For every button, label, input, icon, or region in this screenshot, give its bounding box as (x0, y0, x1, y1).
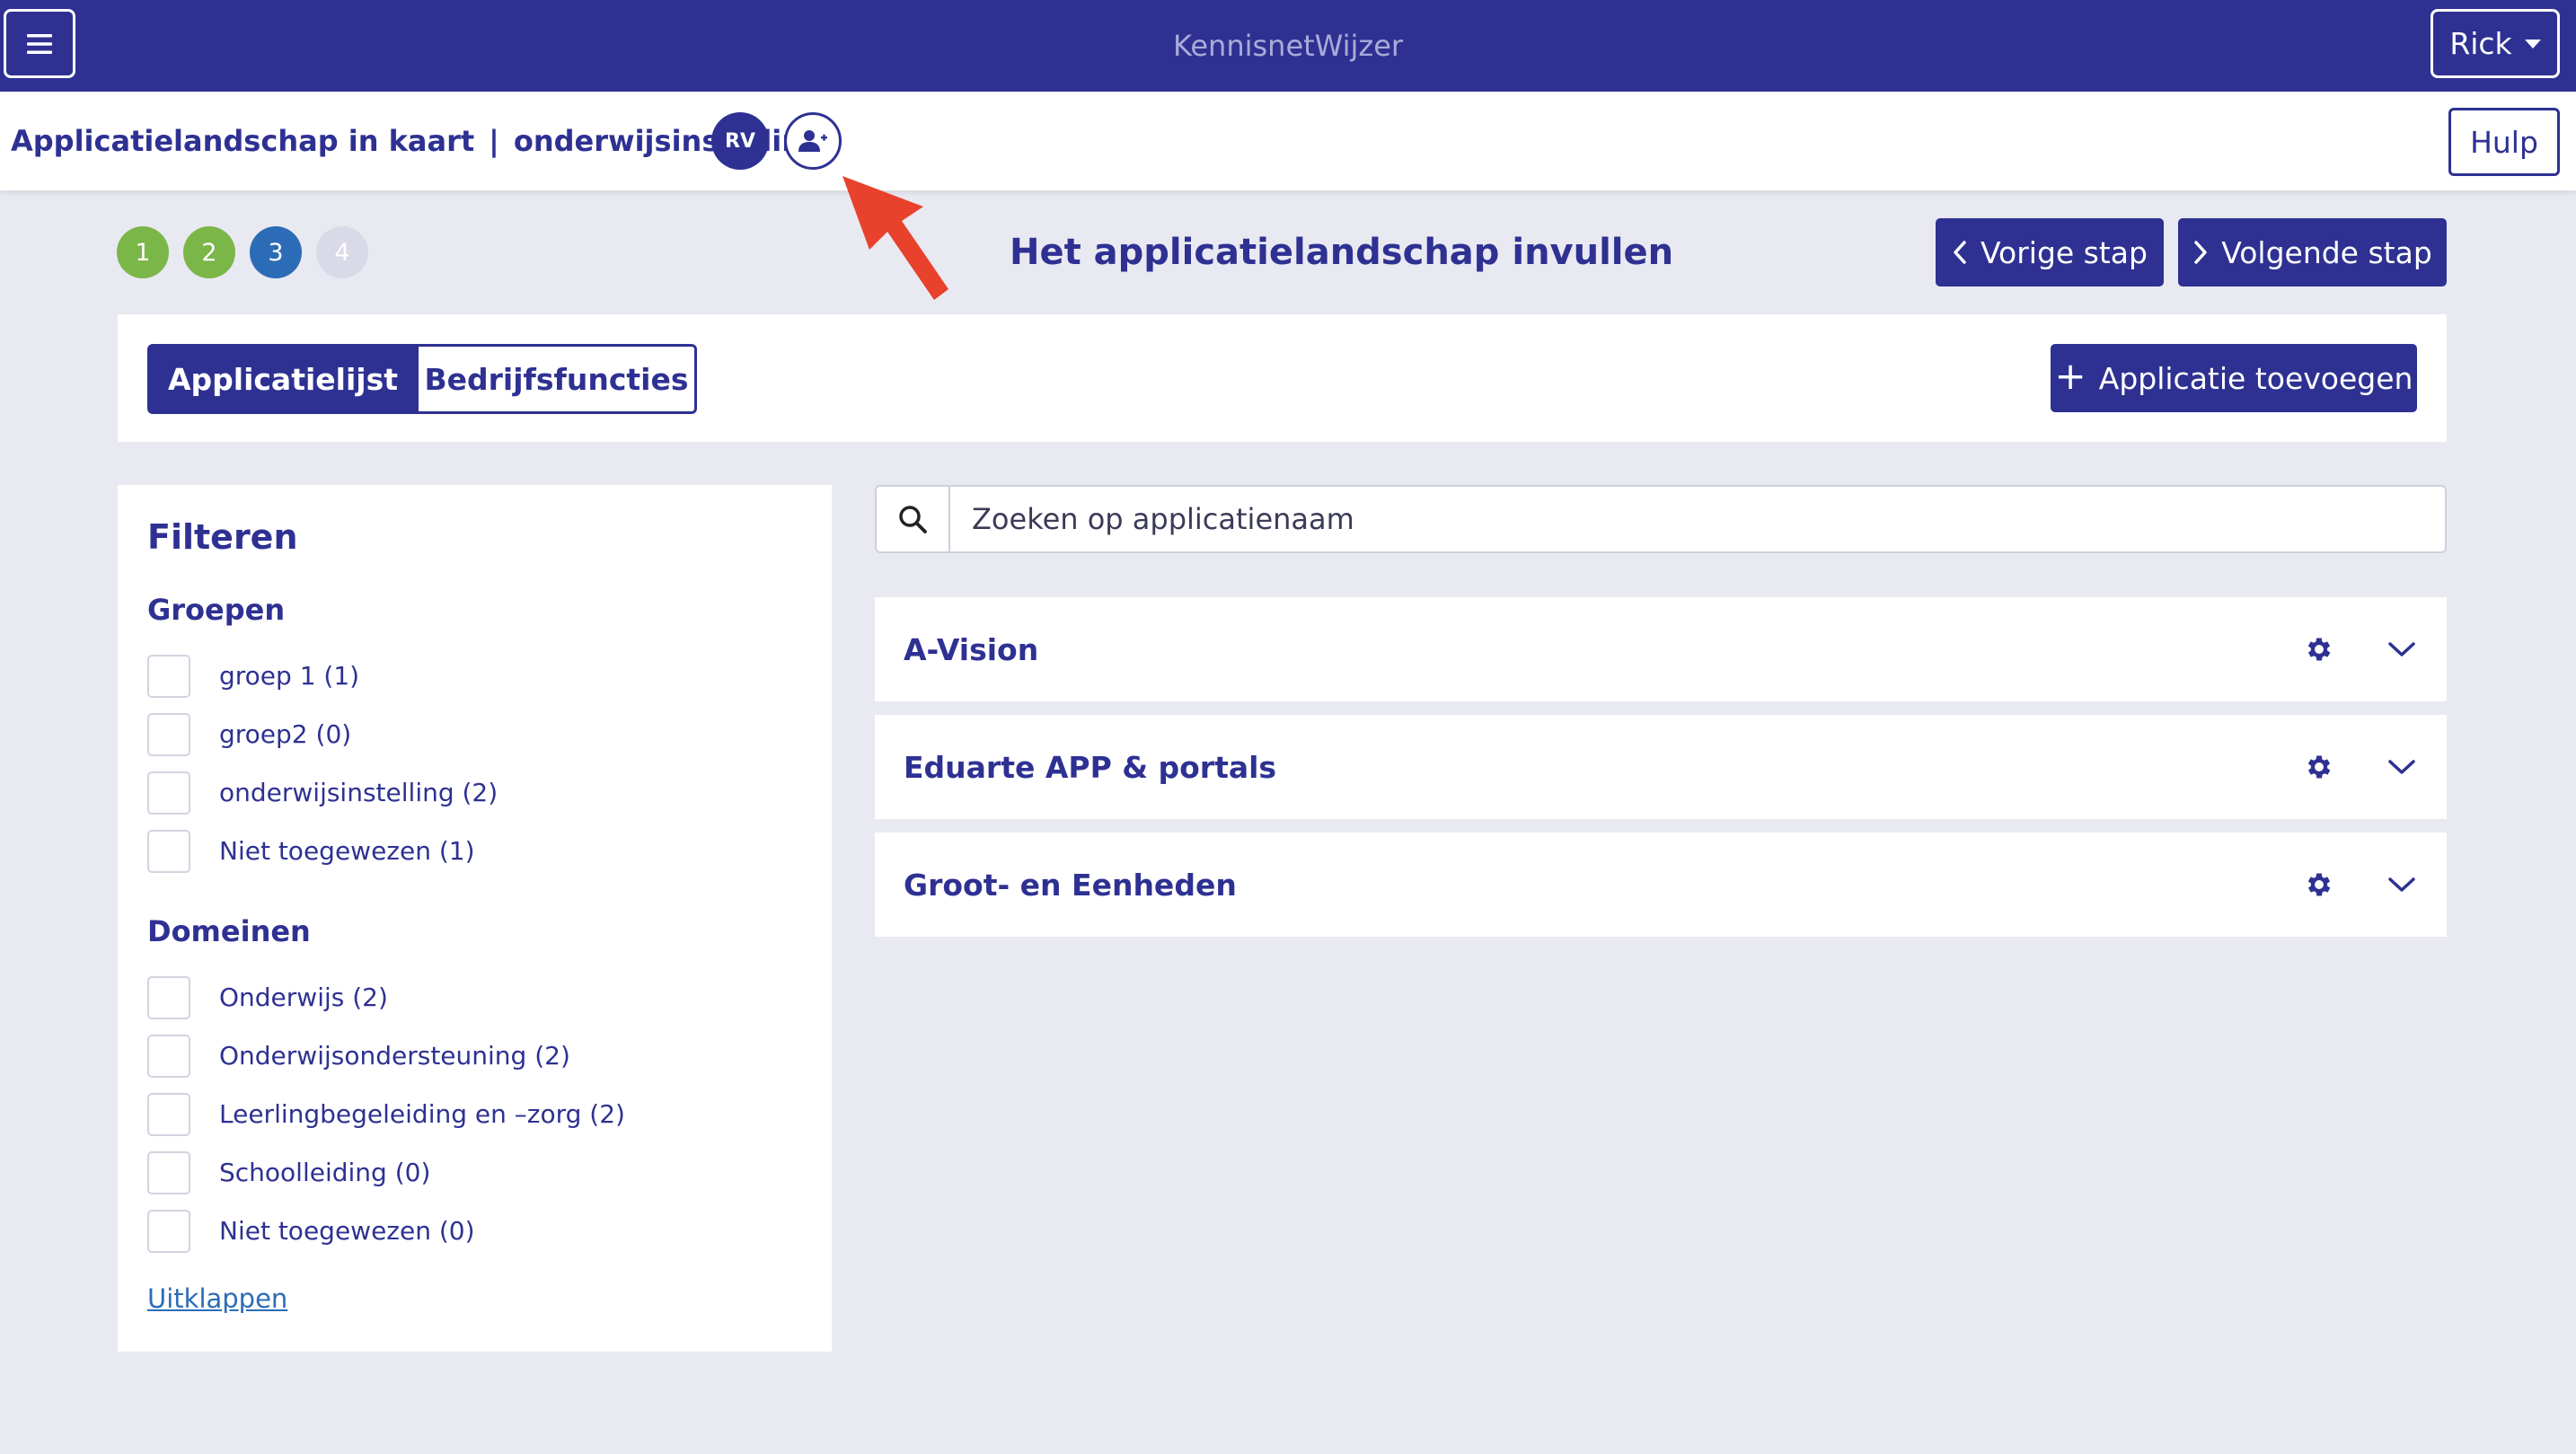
domain-checkbox[interactable] (147, 975, 190, 1019)
step-2[interactable]: 2 (183, 226, 235, 278)
group-label: groep 1 (1) (219, 661, 360, 691)
tabs-card: Applicatielijst Bedrijfsfuncties + Appli… (118, 314, 2447, 442)
search-icon (899, 506, 927, 533)
previous-step-label: Vorige stap (1981, 234, 2148, 270)
gear-icon (2307, 873, 2331, 896)
expand-row-button[interactable] (2386, 751, 2418, 783)
application-list: A-Vision Eduarte APP & portals Groot- en… (875, 597, 2447, 950)
gear-icon (2307, 638, 2331, 661)
domains-list: Onderwijs (2) Onderwijsondersteuning (2)… (147, 968, 802, 1260)
list-item: Onderwijsondersteuning (2) (147, 1027, 802, 1085)
step-1[interactable]: 1 (117, 226, 169, 278)
breadcrumb-main: Applicatielandschap in kaart (11, 124, 475, 158)
add-application-button[interactable]: + Applicatie toevoegen (2051, 344, 2417, 412)
group-checkbox[interactable] (147, 829, 190, 873)
tab-bedrijfsfuncties[interactable]: Bedrijfsfuncties (419, 344, 697, 414)
user-menu-button[interactable]: Rick (2430, 9, 2560, 78)
next-step-button[interactable]: Volgende stap (2178, 218, 2447, 286)
expand-row-button[interactable] (2386, 868, 2418, 901)
domain-checkbox[interactable] (147, 1034, 190, 1078)
list-item: Onderwijs (2) (147, 968, 802, 1027)
app-title: KennisnetWijzer (1172, 29, 1404, 63)
group-label: groep2 (0) (219, 719, 352, 749)
view-tabs: Applicatielijst Bedrijfsfuncties (147, 344, 697, 414)
gear-icon (2307, 755, 2331, 779)
filter-panel: Filteren Groepen groep 1 (1) groep2 (0) … (118, 485, 832, 1352)
group-checkbox[interactable] (147, 654, 190, 698)
chevron-right-icon (2194, 241, 2207, 264)
application-name: A-Vision (904, 631, 1039, 667)
domain-label: Schoolleiding (0) (219, 1158, 431, 1187)
list-item: onderwijsinstelling (2) (147, 763, 802, 822)
breadcrumb-organisation: onderwijsinstelling (513, 124, 823, 158)
next-step-label: Volgende stap (2221, 234, 2432, 270)
domain-label: Onderwijsondersteuning (2) (219, 1041, 570, 1071)
group-checkbox[interactable] (147, 771, 190, 815)
annotation-arrow-icon (842, 176, 948, 300)
group-label: onderwijsinstelling (2) (219, 778, 498, 807)
add-user-button[interactable] (784, 112, 842, 170)
search-input[interactable] (950, 487, 2445, 551)
top-navbar: KennisnetWijzer Rick (0, 0, 2576, 92)
chevron-down-icon (2388, 877, 2415, 892)
tab-applicatielijst[interactable]: Applicatielijst (147, 344, 419, 414)
expand-filters-link[interactable]: Uitklappen (147, 1283, 287, 1314)
wizard-steps: 1 2 3 4 (117, 226, 368, 278)
list-item[interactable]: A-Vision (875, 597, 2447, 701)
hamburger-menu-button[interactable] (4, 9, 75, 78)
application-name: Eduarte APP & portals (904, 749, 1277, 785)
list-item: Schoolleiding (0) (147, 1143, 802, 1202)
domains-title: Domeinen (147, 914, 311, 948)
domain-label: Onderwijs (2) (219, 983, 388, 1012)
list-item: groep 1 (1) (147, 647, 802, 705)
step-3[interactable]: 3 (250, 226, 302, 278)
group-label: Niet toegewezen (1) (219, 836, 475, 866)
domain-checkbox[interactable] (147, 1092, 190, 1136)
settings-button[interactable] (2303, 633, 2335, 665)
caret-down-icon (2524, 39, 2541, 48)
list-item: Leerlingbegeleiding en –zorg (2) (147, 1085, 802, 1143)
search-button[interactable] (877, 487, 950, 551)
domain-label: Niet toegewezen (0) (219, 1216, 475, 1246)
group-checkbox[interactable] (147, 712, 190, 756)
domain-checkbox[interactable] (147, 1150, 190, 1194)
settings-button[interactable] (2303, 751, 2335, 783)
user-plus-icon (798, 130, 827, 152)
user-name: Rick (2449, 26, 2512, 61)
chevron-down-icon (2388, 760, 2415, 774)
list-item[interactable]: Groot- en Eenheden (875, 833, 2447, 937)
breadcrumb: Applicatielandschap in kaart | onderwijs… (11, 92, 823, 190)
settings-button[interactable] (2303, 868, 2335, 901)
hamburger-icon (27, 33, 52, 54)
help-button[interactable]: Hulp (2448, 108, 2560, 176)
list-item: Niet toegewezen (1) (147, 822, 802, 880)
context-bar: Applicatielandschap in kaart | onderwijs… (0, 92, 2576, 190)
domain-checkbox[interactable] (147, 1209, 190, 1253)
breadcrumb-separator: | (489, 124, 499, 158)
list-item: Niet toegewezen (0) (147, 1202, 802, 1260)
groups-list: groep 1 (1) groep2 (0) onderwijsinstelli… (147, 647, 802, 880)
application-name: Groot- en Eenheden (904, 867, 1237, 903)
page-title: Het applicatielandschap invullen (1010, 232, 1674, 273)
chevron-left-icon (1954, 241, 1966, 264)
previous-step-button[interactable]: Vorige stap (1936, 218, 2164, 286)
groups-title: Groepen (147, 593, 286, 627)
search-bar (875, 485, 2447, 553)
expand-row-button[interactable] (2386, 633, 2418, 665)
list-item[interactable]: Eduarte APP & portals (875, 715, 2447, 819)
domain-label: Leerlingbegeleiding en –zorg (2) (219, 1099, 625, 1129)
step-4[interactable]: 4 (316, 226, 368, 278)
add-application-label: Applicatie toevoegen (2098, 360, 2413, 396)
list-item: groep2 (0) (147, 705, 802, 763)
filter-title: Filteren (147, 517, 298, 557)
avatar[interactable]: RV (711, 112, 769, 170)
plus-icon: + (2054, 354, 2086, 398)
chevron-down-icon (2388, 642, 2415, 657)
